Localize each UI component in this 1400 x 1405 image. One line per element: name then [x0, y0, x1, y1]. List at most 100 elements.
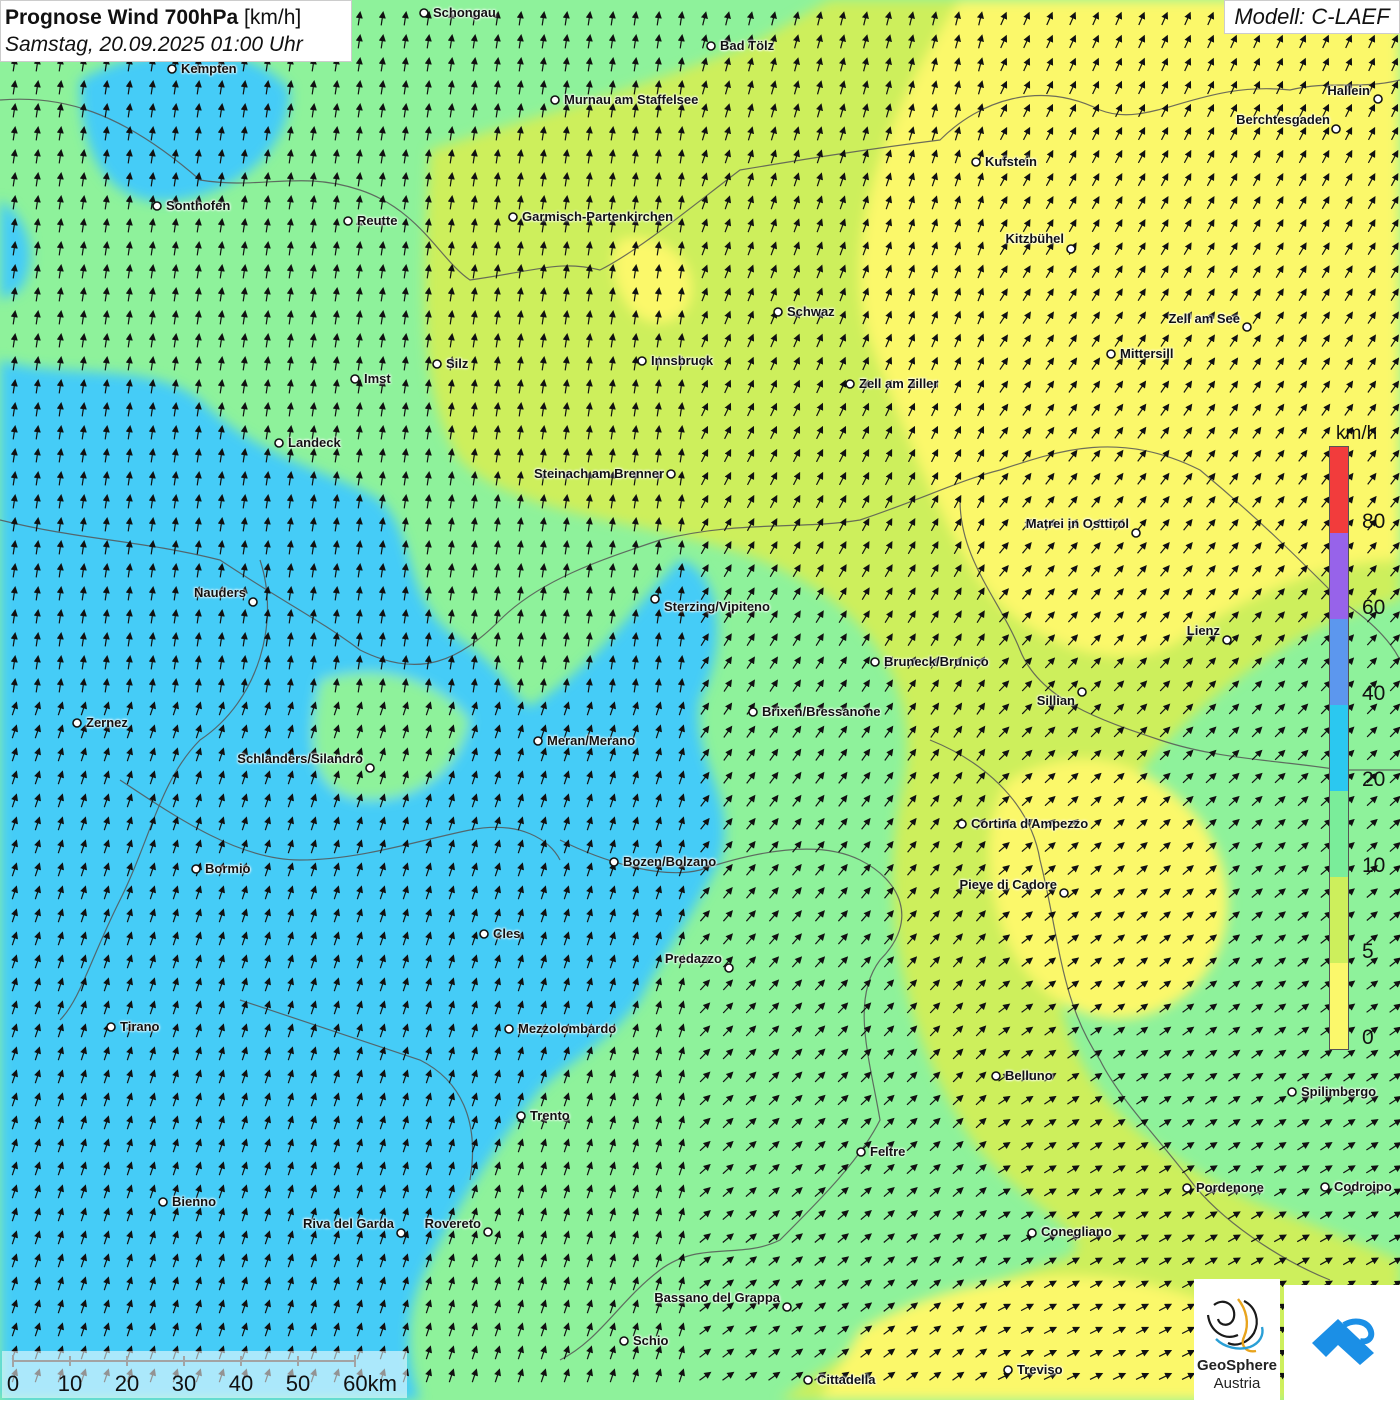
city-marker: [1003, 1365, 1013, 1375]
city-marker: [72, 718, 82, 728]
city-marker: [619, 1336, 629, 1346]
city-marker: [504, 1024, 514, 1034]
city-marker: [1066, 244, 1076, 254]
city-marker: [516, 1111, 526, 1121]
city-label: Brixen/Bressanone: [762, 704, 881, 719]
city-label: Zell am See: [1168, 311, 1240, 326]
city-marker: [1331, 124, 1341, 134]
city-marker: [533, 736, 543, 746]
city-label: Kempten: [181, 61, 237, 76]
city-label: Landeck: [288, 435, 341, 450]
city-marker: [274, 438, 284, 448]
city-marker: [650, 594, 660, 604]
scale-label: 10: [57, 1371, 83, 1396]
legend-tick-label: 20: [1362, 768, 1386, 791]
city-label: Feltre: [870, 1144, 906, 1159]
city-label: Cittadella: [817, 1372, 876, 1387]
city-label: Bad Tölz: [720, 38, 775, 53]
city-marker: [152, 201, 162, 211]
city-label: Innsbruck: [651, 353, 714, 368]
city-marker: [1242, 322, 1252, 332]
city-marker: [773, 307, 783, 317]
legend-tick-label: 60: [1362, 596, 1386, 619]
scale-bar: 0 10 20 30 40 50 60km: [2, 1351, 407, 1398]
city-label: Sterzing/Vipiteno: [664, 599, 770, 614]
city-label: Bruneck/Brunico: [884, 654, 989, 669]
city-marker: [479, 929, 489, 939]
city-label: Schio: [633, 1333, 669, 1348]
city-label: Matrei in Osttirol: [1025, 516, 1129, 531]
color-legend: km/h 0 5 10 20 40 60 80: [1326, 420, 1400, 1060]
city-marker: [1059, 888, 1069, 898]
legend-tick-label: 10: [1362, 854, 1386, 877]
city-label: Mittersill: [1120, 346, 1174, 361]
scale-label: 30: [171, 1371, 197, 1396]
city-marker: [1222, 635, 1232, 645]
city-marker: [1027, 1228, 1037, 1238]
city-marker: [158, 1197, 168, 1207]
title-main: Prognose Wind 700hPa: [5, 6, 239, 29]
city-marker: [508, 212, 518, 222]
city-marker: [343, 216, 353, 226]
city-marker: [856, 1147, 866, 1157]
city-marker: [419, 8, 429, 18]
city-marker: [991, 1071, 1001, 1081]
city-label: Meran/Merano: [547, 733, 636, 748]
city-label: Lienz: [1186, 623, 1220, 638]
city-label: Berchtesgaden: [1236, 112, 1330, 127]
legend-segment: [1330, 963, 1348, 1049]
city-label: Garmisch-Partenkirchen: [522, 209, 674, 224]
scale-label: 20: [114, 1371, 140, 1396]
app-logo[interactable]: [1284, 1285, 1400, 1400]
city-marker: [724, 963, 734, 973]
model-label: Modell: C-LAEF: [1224, 0, 1400, 34]
city-marker: [350, 374, 360, 384]
city-marker: [550, 95, 560, 105]
city-label: Bozen/Bolzano: [623, 854, 717, 869]
legend-segment: [1330, 619, 1348, 705]
city-marker: [957, 819, 967, 829]
city-label: Cles: [493, 926, 521, 941]
city-label: Rovereto: [424, 1216, 481, 1231]
map-title: Prognose Wind 700hPa [km/h]: [5, 4, 347, 31]
city-marker: [870, 657, 880, 667]
city-marker: [637, 356, 647, 366]
city-label: Kitzbühel: [1005, 231, 1065, 246]
city-marker: [706, 41, 716, 51]
city-marker: [432, 359, 442, 369]
scale-label: 50: [285, 1371, 311, 1396]
city-marker: [782, 1302, 792, 1312]
city-label: Cortina d'Ampezzo: [971, 816, 1089, 831]
city-marker: [748, 707, 758, 717]
city-marker: [167, 64, 177, 74]
city-label: Sillian: [1036, 693, 1075, 708]
legend-tick-label: 40: [1362, 682, 1386, 705]
city-marker: [1320, 1182, 1330, 1192]
geosphere-country: Austria: [1213, 1375, 1261, 1392]
city-label: Bienno: [172, 1194, 217, 1209]
scale-label: 40: [228, 1371, 254, 1396]
forecast-date: Samstag, 20.09.2025 01:00 Uhr: [5, 33, 303, 56]
city-label: Predazzo: [664, 951, 722, 966]
city-label: Pieve di Cadore: [959, 877, 1057, 892]
city-marker: [1182, 1183, 1192, 1193]
city-label: Codroipo: [1334, 1179, 1392, 1194]
city-label: Sonthofen: [166, 198, 231, 213]
city-label: Mezzolombardo: [518, 1021, 617, 1036]
legend-bar: [1329, 446, 1349, 1050]
city-marker: [1077, 687, 1087, 697]
city-label: Schwaz: [787, 304, 835, 319]
city-marker: [971, 157, 981, 167]
legend-segment: [1330, 533, 1348, 619]
legend-tick-label: 0: [1362, 1026, 1374, 1049]
scale-label: 0: [6, 1371, 20, 1396]
city-marker: [609, 857, 619, 867]
city-label: Tirano: [120, 1019, 160, 1034]
city-marker: [396, 1228, 406, 1238]
scale-label: 60km: [343, 1371, 397, 1396]
city-marker: [191, 864, 201, 874]
city-marker: [666, 469, 676, 479]
legend-tick-label: 80: [1362, 510, 1386, 533]
city-label: Steinach am Brenner: [533, 466, 664, 481]
geosphere-swirl-icon: [1206, 1298, 1264, 1353]
